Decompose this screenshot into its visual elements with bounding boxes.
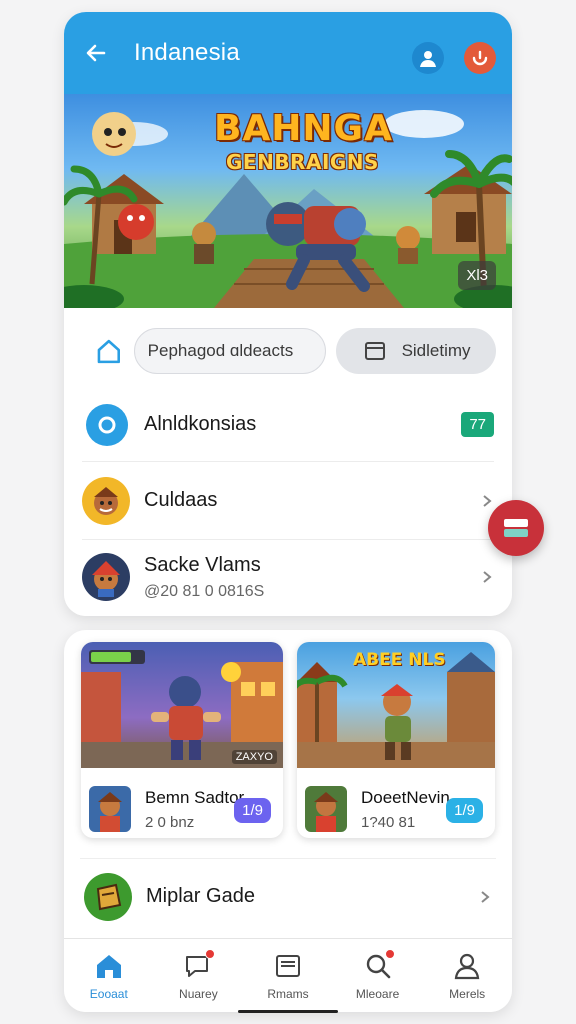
alert-icon <box>472 50 488 66</box>
search-placeholder: Pephagod ɑldeacts <box>147 341 294 360</box>
bottom-navigation: Eooaat Nuarey Rmams Mleoare Merels <box>64 938 512 1012</box>
character-avatar <box>82 553 130 601</box>
game-count-badge: 1/9 <box>234 798 271 823</box>
banner-title: BAHNGA <box>214 108 393 149</box>
search-icon <box>363 948 395 981</box>
list-item-culdaas[interactable]: Culdaas <box>82 462 494 540</box>
user-button[interactable] <box>412 42 444 74</box>
profile-icon <box>454 953 480 979</box>
main-card: Indanesia BAHNGA GENBRAIGNS Xl3 Pephagod… <box>64 12 512 616</box>
game-subtitle: 2 0 bnz <box>145 813 195 831</box>
nav-item-search[interactable]: Mleoare <box>333 939 423 1012</box>
search-input[interactable]: Pephagod ɑldeacts <box>133 328 326 374</box>
game-name: Bemn Sadtor <box>145 787 245 807</box>
list-item-title: Culdaas <box>144 489 218 511</box>
chevron-right-icon <box>481 890 490 903</box>
nav-label: Nuarey <box>179 986 218 1001</box>
nav-label: Mleoare <box>355 986 400 1001</box>
list-item-sacke[interactable]: Sacke Vlams @20 81 0 0816S <box>82 540 494 614</box>
banner-badge[interactable]: Xl3 <box>458 261 496 290</box>
sidebar-button[interactable]: Sidletimy <box>335 328 496 374</box>
app-header: Indanesia <box>64 12 512 94</box>
nav-label: Eooaat <box>89 986 128 1001</box>
nav-item-cards[interactable]: Rmams <box>243 939 333 1012</box>
game-card[interactable]: ABEE NLS DoeetNevin 1?40 81 1/9 <box>297 642 495 838</box>
game-art: ZAXYO <box>81 642 283 768</box>
game-name: DoeetNevin <box>361 787 450 807</box>
home-icon <box>96 954 121 978</box>
back-button[interactable] <box>82 39 110 67</box>
featured-title: Miplar Gade <box>146 885 255 907</box>
game-icon <box>84 872 132 921</box>
count-badge: 77 <box>461 412 494 437</box>
card-icon <box>275 954 300 977</box>
featured-game-row[interactable]: Miplar Gade <box>80 858 496 934</box>
chevron-right-icon <box>483 571 492 583</box>
sidebar-label: Sidletimy <box>401 341 471 360</box>
notification-dot <box>205 948 216 959</box>
banner-subtitle: GENBRAIGNS <box>226 150 379 174</box>
content-sheet: Pephagod ɑldeacts Sidletimy Alnldkonsias… <box>64 308 512 616</box>
home-indicator <box>238 1010 338 1013</box>
nav-label: Rmams <box>267 986 309 1001</box>
sidebar-icon <box>364 342 385 360</box>
game-banner[interactable]: BAHNGA GENBRAIGNS Xl3 <box>64 94 512 308</box>
floating-action-button[interactable] <box>488 500 544 556</box>
art-title: ABEE NLS <box>353 650 446 670</box>
nav-label: Merels <box>449 986 486 1001</box>
home-icon[interactable] <box>94 336 124 366</box>
location-icon <box>86 403 128 446</box>
game-card[interactable]: ZAXYO Bemn Sadtor 2 0 bnz 1/9 <box>81 642 283 838</box>
nav-item-chat[interactable]: Nuarey <box>154 939 244 1012</box>
character-avatar <box>82 476 130 525</box>
game-subtitle: 1?40 81 <box>361 813 416 831</box>
list-item-location[interactable]: Alnldkonsias 77 <box>82 388 494 462</box>
page-title: Indanesia <box>134 39 240 66</box>
notification-dot <box>384 948 395 959</box>
nav-item-profile[interactable]: Merels <box>422 939 512 1012</box>
list-item-subtitle: @20 81 0 0816S <box>144 582 265 600</box>
game-thumbnail <box>89 786 131 832</box>
user-icon <box>420 51 436 67</box>
layers-icon <box>504 519 528 537</box>
game-count-badge: 1/9 <box>446 798 483 823</box>
art-label: ZAXYO <box>231 750 277 764</box>
game-art: ABEE NLS <box>297 642 495 768</box>
game-thumbnail <box>305 786 347 832</box>
games-card: ZAXYO Bemn Sadtor 2 0 bnz 1/9 ABEE NLS D… <box>64 630 512 1012</box>
alert-button[interactable] <box>464 42 496 74</box>
list-item-title: Alnldkonsias <box>144 413 257 435</box>
arrow-left-icon <box>86 44 106 62</box>
chevron-right-icon <box>483 494 492 507</box>
nav-item-home[interactable]: Eooaat <box>64 939 154 1012</box>
list-item-title: Sacke Vlams <box>144 553 261 576</box>
chat-icon <box>183 948 216 981</box>
